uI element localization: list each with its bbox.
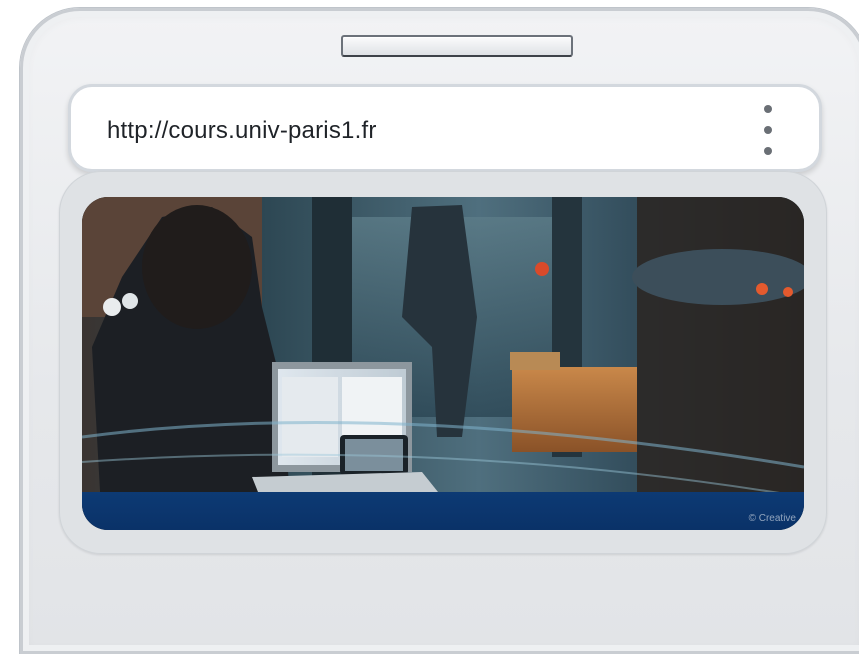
menu-dot [764, 126, 772, 134]
photo-credit: © Creative [748, 513, 796, 524]
blue-banner [82, 492, 804, 530]
screen-frame: © Creative [59, 171, 827, 554]
kebab-menu-icon[interactable] [761, 105, 775, 155]
phone-device-frame: http://cours.univ-paris1.fr © Creative [20, 8, 859, 654]
menu-dot [764, 105, 772, 113]
url-text[interactable]: http://cours.univ-paris1.fr [107, 117, 377, 145]
hero-photo: © Creative [82, 197, 804, 530]
address-bar[interactable]: http://cours.univ-paris1.fr [68, 84, 822, 172]
menu-dot [764, 147, 772, 155]
cafe-scene-image [82, 197, 804, 530]
phone-speaker-slot [341, 35, 573, 57]
